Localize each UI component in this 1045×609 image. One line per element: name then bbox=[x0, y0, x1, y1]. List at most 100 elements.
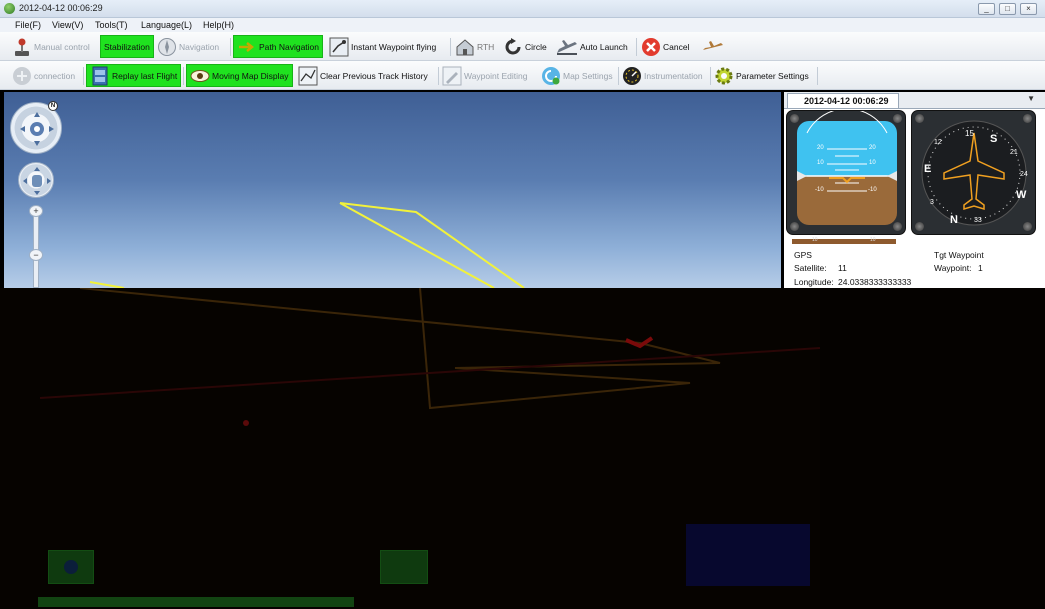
replay-button[interactable]: Replay last Flight bbox=[86, 64, 182, 87]
plane-tool-button[interactable] bbox=[701, 35, 727, 58]
cancel-label: Cancel bbox=[663, 41, 690, 52]
menu-view[interactable]: View(V) bbox=[52, 20, 83, 30]
plane-icon bbox=[701, 37, 725, 57]
manual-control-button[interactable]: Manual control bbox=[12, 35, 90, 58]
circle-arrow-icon bbox=[503, 37, 523, 57]
circle-icon bbox=[64, 560, 78, 574]
heading-indicator: 15 S 21 24 W 33 N 3 E 12 bbox=[911, 110, 1036, 235]
stabilization-button[interactable]: Stabilization bbox=[100, 35, 154, 58]
look-arrows-icon bbox=[20, 112, 54, 146]
zoom-slider[interactable] bbox=[33, 206, 39, 288]
maximize-button[interactable]: □ bbox=[999, 3, 1016, 15]
toolbar-separator bbox=[230, 38, 231, 56]
map-view[interactable]: N + − bbox=[4, 92, 781, 288]
cancel-x-icon bbox=[641, 37, 661, 57]
instant-waypoint-label: Instant Waypoint flying bbox=[351, 41, 437, 52]
toolbar-separator bbox=[183, 67, 184, 85]
stabilization-label: Stabilization bbox=[104, 41, 150, 52]
navigation-ring[interactable]: N bbox=[10, 101, 62, 154]
dark-green-button bbox=[380, 550, 428, 584]
pitch-label: 10 bbox=[869, 160, 876, 166]
satellite-value: 11 bbox=[838, 263, 847, 273]
compass-label: 15 bbox=[965, 129, 974, 138]
toolbar-separator bbox=[618, 67, 619, 85]
navigation-button[interactable]: Navigation bbox=[157, 35, 219, 58]
pan-control[interactable] bbox=[18, 162, 54, 198]
panel-dropdown-icon[interactable]: ▼ bbox=[1027, 94, 1035, 103]
compass-label: E bbox=[924, 163, 932, 175]
compass-nav-icon bbox=[157, 37, 177, 57]
rth-button[interactable]: RTH bbox=[455, 35, 494, 58]
toolbar-separator bbox=[438, 67, 439, 85]
navigation-label: Navigation bbox=[179, 41, 220, 52]
waypoint-label: Waypoint: bbox=[934, 263, 972, 273]
path-navigation-button[interactable]: Path Navigation bbox=[233, 35, 324, 58]
map-settings-icon bbox=[541, 66, 561, 86]
flight-track bbox=[89, 202, 525, 288]
menu-language[interactable]: Language(L) bbox=[141, 20, 192, 30]
compass-label: S bbox=[990, 133, 998, 145]
title-bar: 2012-04-12 00:06:29 _ □ × bbox=[0, 0, 1045, 18]
bar-label: 10 bbox=[870, 237, 876, 243]
compass-label: 24 bbox=[1020, 171, 1028, 178]
dark-green-button bbox=[48, 550, 94, 584]
app-icon bbox=[4, 3, 15, 14]
moving-map-button[interactable]: Moving Map Display bbox=[186, 64, 293, 87]
auto-launch-button[interactable]: Auto Launch bbox=[556, 35, 628, 58]
compass-label: 3 bbox=[930, 199, 934, 206]
dark-map-region bbox=[0, 288, 820, 609]
map-settings-button[interactable]: Map Settings bbox=[541, 64, 613, 87]
gear-icon bbox=[714, 66, 734, 86]
toolbar-separator bbox=[636, 38, 637, 56]
connection-icon bbox=[12, 66, 32, 86]
longitude-label: Longitude: bbox=[794, 277, 834, 287]
waypoint-editing-button[interactable]: Waypoint Editing bbox=[442, 64, 527, 87]
film-icon bbox=[90, 66, 110, 86]
menu-file[interactable]: File(F) bbox=[15, 20, 41, 30]
gps-heading: GPS bbox=[794, 250, 812, 260]
instrument-panel: 2012-04-12 00:06:29 ▼ 20 20 10 10 -10 -1… bbox=[784, 92, 1045, 288]
satellite-label: Satellite: bbox=[794, 263, 827, 273]
connection-button[interactable]: connection bbox=[12, 64, 75, 87]
pitch-label: -10 bbox=[868, 187, 877, 193]
toolbar-separator bbox=[450, 38, 451, 56]
zoom-out-button[interactable]: − bbox=[29, 249, 43, 261]
menu-tools[interactable]: Tools(T) bbox=[95, 20, 128, 30]
zoom-in-button[interactable]: + bbox=[29, 205, 43, 217]
hand-pan-icon bbox=[23, 167, 51, 195]
home-icon bbox=[455, 37, 475, 57]
connection-label: connection bbox=[34, 70, 76, 81]
map-settings-label: Map Settings bbox=[563, 70, 613, 81]
menu-help[interactable]: Help(H) bbox=[203, 20, 234, 30]
toolbar-separator bbox=[817, 67, 818, 85]
circle-button[interactable]: Circle bbox=[503, 35, 547, 58]
auto-launch-label: Auto Launch bbox=[580, 41, 628, 52]
pitch-label: -10 bbox=[815, 187, 824, 193]
compass-label: 21 bbox=[1010, 149, 1018, 156]
panel-content: 20 20 10 10 -10 -10 15 S 21 24 W 33 N 3 … bbox=[784, 108, 1045, 288]
cancel-button[interactable]: Cancel bbox=[641, 35, 689, 58]
path-arrow-icon bbox=[237, 37, 257, 57]
lower-render-area bbox=[0, 288, 1045, 609]
instant-waypoint-button[interactable]: Instant Waypoint flying bbox=[329, 35, 436, 58]
attitude-scale-bar: 10 10 bbox=[792, 237, 896, 244]
pitch-label: 10 bbox=[817, 160, 824, 166]
clear-track-button[interactable]: Clear Previous Track History bbox=[298, 64, 428, 87]
gauge-icon bbox=[622, 66, 642, 86]
parameter-settings-button[interactable]: Parameter Settings bbox=[714, 64, 809, 87]
secondary-toolbar: connection Replay last Flight Moving Map… bbox=[0, 61, 1045, 90]
dark-blue-panel bbox=[686, 524, 810, 586]
waypoint-editing-label: Waypoint Editing bbox=[464, 70, 528, 81]
panel-tab[interactable]: 2012-04-12 00:06:29 bbox=[787, 93, 899, 108]
waypoint-grid-icon bbox=[329, 37, 349, 57]
moving-map-label: Moving Map Display bbox=[212, 70, 289, 81]
close-button[interactable]: × bbox=[1020, 3, 1037, 15]
instrumentation-button[interactable]: Instrumentation bbox=[622, 64, 703, 87]
dark-progress-bar bbox=[38, 597, 354, 607]
pitch-label: 20 bbox=[869, 145, 876, 151]
minimize-button[interactable]: _ bbox=[978, 3, 995, 15]
longitude-value: 24.0338333333333 bbox=[838, 277, 912, 287]
menu-bar: File(F) View(V) Tools(T) Language(L) Hel… bbox=[0, 18, 1045, 32]
attitude-dial bbox=[797, 111, 897, 225]
compass-label: 33 bbox=[974, 217, 982, 224]
